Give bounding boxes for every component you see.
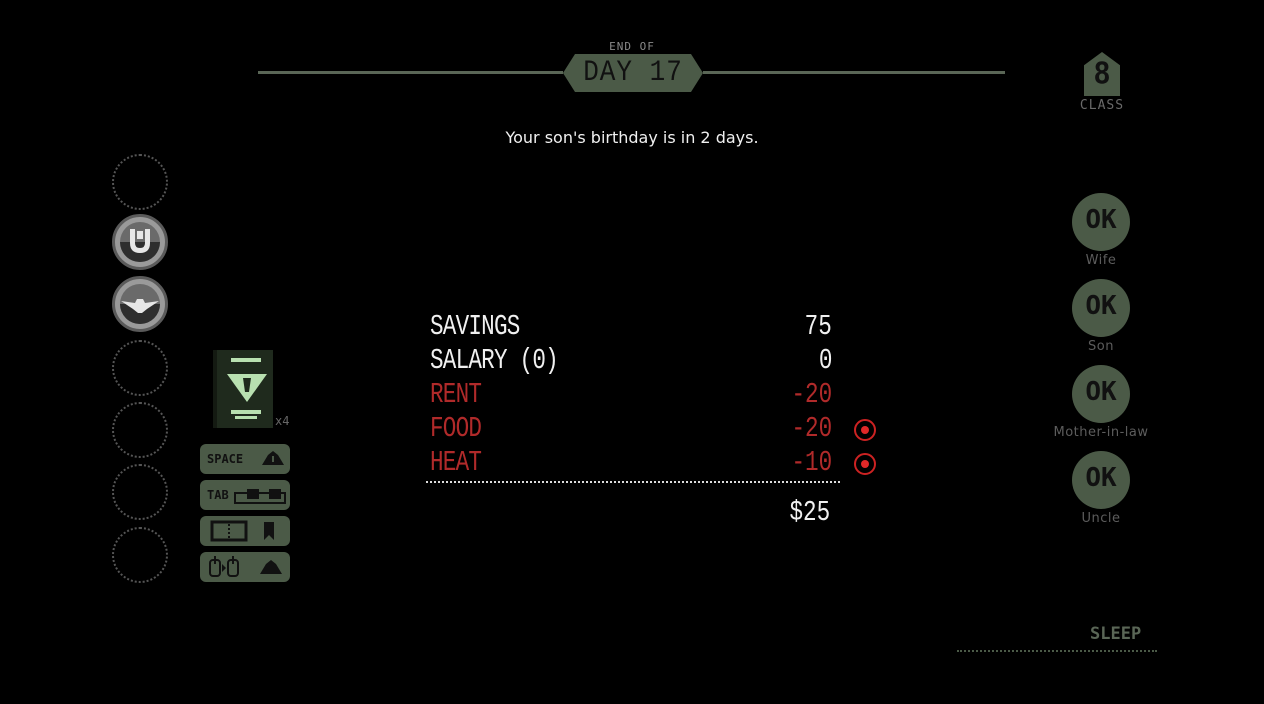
ledger-label: SAVINGS <box>430 310 520 343</box>
food-selected-radio-icon[interactable] <box>854 419 876 441</box>
book-bookmark-icon <box>210 520 274 542</box>
rulebook[interactable] <box>213 350 273 428</box>
header-line-right <box>703 71 1005 74</box>
header-line-left <box>258 71 563 74</box>
ledger-row-heat[interactable]: HEAT -10 <box>426 446 886 480</box>
rulebook-count: x4 <box>275 414 290 428</box>
ledger-value: 0 <box>818 344 832 377</box>
family-status-son: OK Son <box>1040 279 1162 354</box>
heat-selected-radio-icon[interactable] <box>854 453 876 475</box>
eagle-emblem-icon <box>121 299 159 313</box>
family-member-name: Uncle <box>1081 511 1121 526</box>
token-slot-empty <box>112 464 168 520</box>
day-badge: DAY 17 <box>563 54 703 92</box>
ledger-label: RENT <box>430 378 482 411</box>
status-badge: OK <box>1072 365 1130 423</box>
ledger-row-savings: SAVINGS 75 <box>426 310 886 344</box>
class-badge-icon: 8 <box>1084 52 1120 96</box>
token-slot-eagle[interactable] <box>112 276 168 332</box>
tab-label: TAB <box>207 488 229 502</box>
stamp-tray-icon <box>262 451 284 465</box>
ledger-label: HEAT <box>430 446 482 479</box>
family-status-wife: OK Wife <box>1040 193 1162 268</box>
ledger-row-food[interactable]: FOOD -20 <box>426 412 886 446</box>
status-badge: OK <box>1072 279 1130 337</box>
ledger-value: -10 <box>791 446 832 479</box>
ledger-label: SALARY (0) <box>430 344 559 377</box>
family-member-name: Son <box>1088 339 1114 354</box>
family-member-name: Wife <box>1085 253 1117 268</box>
rulebook-control-button[interactable] <box>200 516 290 546</box>
horseshoe-emblem-icon <box>130 229 150 253</box>
rulebook-icon <box>227 374 267 402</box>
family-status-mother-in-law: OK Mother-in-law <box>1040 365 1162 440</box>
finance-ledger: SAVINGS 75 SALARY (0) 0 RENT -20 FOOD -2… <box>426 310 886 480</box>
family-status-uncle: OK Uncle <box>1040 451 1162 526</box>
token-slot-empty <box>112 154 168 210</box>
token-slot-empty <box>112 527 168 583</box>
ledger-row-rent[interactable]: RENT -20 <box>426 378 886 412</box>
ledger-row-salary: SALARY (0) 0 <box>426 344 886 378</box>
class-label: CLASS <box>1079 98 1125 113</box>
day-label: DAY 17 <box>583 54 683 90</box>
token-slot-horseshoe[interactable] <box>112 214 168 270</box>
ledger-divider <box>426 481 840 483</box>
mouse-drag-icon <box>209 556 282 577</box>
sleep-underline <box>957 650 1157 652</box>
token-slot-empty <box>112 340 168 396</box>
mouse-control-button[interactable] <box>200 552 290 582</box>
notification-message: Your son's birthday is in 2 days. <box>505 128 759 147</box>
ledger-total: $25 <box>789 496 830 529</box>
status-badge: OK <box>1072 193 1130 251</box>
family-member-name: Mother-in-law <box>1053 425 1149 440</box>
tab-control-button[interactable]: TAB <box>200 480 290 510</box>
space-control-button[interactable]: SPACE <box>200 444 290 474</box>
token-slot-empty <box>112 402 168 458</box>
ledger-value: -20 <box>791 378 832 411</box>
class-value: 8 <box>1093 56 1111 95</box>
space-label: SPACE <box>207 452 244 466</box>
sleep-button[interactable]: SLEEP <box>1090 624 1141 644</box>
ledger-value: -20 <box>791 412 832 445</box>
ledger-label: FOOD <box>430 412 482 445</box>
ledger-value: 75 <box>804 310 832 343</box>
inspect-toggle-icon <box>234 489 286 504</box>
end-of-label: END OF <box>609 40 655 53</box>
status-badge: OK <box>1072 451 1130 509</box>
